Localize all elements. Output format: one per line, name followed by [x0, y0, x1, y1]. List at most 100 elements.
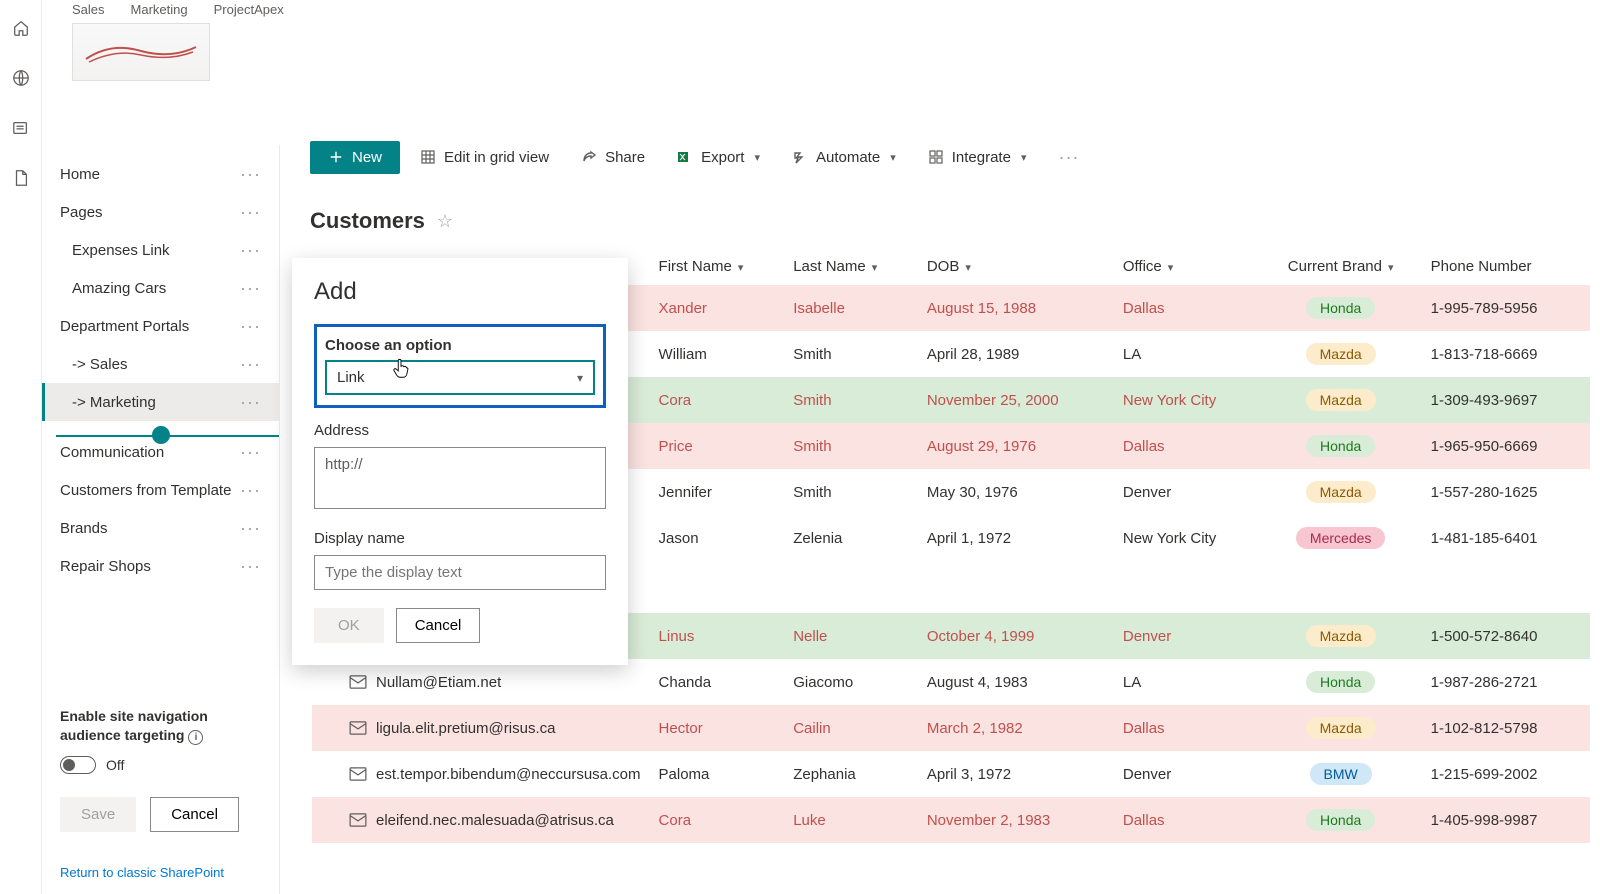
col-brand[interactable]: Current Brand▾: [1265, 248, 1427, 285]
address-input[interactable]: [314, 447, 606, 509]
app-rail: [0, 0, 42, 894]
command-bar: New Edit in grid view Share Export▾ Auto…: [280, 130, 1600, 184]
more-icon[interactable]: ···: [240, 279, 261, 297]
integrate-button[interactable]: Integrate▾: [916, 141, 1039, 174]
export-button[interactable]: Export▾: [665, 141, 772, 174]
nav-save-button: Save: [60, 797, 136, 832]
chevron-down-icon: ▾: [738, 262, 744, 274]
choose-option-label: Choose an option: [325, 337, 595, 354]
nav-expenses-link[interactable]: Expenses Link···: [42, 231, 279, 269]
col-phone[interactable]: Phone Number: [1427, 248, 1590, 285]
display-name-label: Display name: [314, 530, 606, 547]
more-icon[interactable]: ···: [240, 519, 261, 537]
targeting-state: Off: [106, 757, 124, 773]
more-icon[interactable]: ···: [240, 481, 261, 499]
address-label: Address: [314, 422, 606, 439]
tab-sales[interactable]: Sales: [72, 0, 105, 17]
mail-icon: [348, 812, 368, 828]
info-icon[interactable]: i: [188, 730, 203, 745]
more-icon[interactable]: ···: [240, 443, 261, 461]
add-link-dialog: Add Choose an option Link ▾ Address Disp…: [292, 258, 628, 665]
document-icon[interactable]: [11, 168, 31, 188]
plus-icon: [328, 149, 344, 165]
more-icon[interactable]: ···: [240, 355, 261, 373]
nav-repair-shops[interactable]: Repair Shops···: [42, 547, 279, 585]
targeting-label: Enable site navigation audience targetin…: [60, 708, 208, 744]
brand-pill: Mazda: [1306, 389, 1376, 411]
tab-marketing[interactable]: Marketing: [131, 0, 188, 17]
more-commands-button[interactable]: ···: [1046, 140, 1091, 174]
choose-option-dropdown[interactable]: Link ▾: [325, 360, 595, 395]
nav-home[interactable]: Home···: [42, 155, 279, 193]
more-icon[interactable]: ···: [240, 317, 261, 335]
new-button[interactable]: New: [310, 141, 400, 174]
brand-pill: BMW: [1310, 763, 1372, 785]
nav-communication[interactable]: Communication···: [42, 433, 279, 471]
side-navigation: Home··· Pages··· Expenses Link··· Amazin…: [42, 145, 280, 894]
brand-pill: Mazda: [1306, 625, 1376, 647]
nav-brands[interactable]: Brands···: [42, 509, 279, 547]
col-dob[interactable]: DOB▾: [923, 248, 1119, 285]
more-icon[interactable]: ···: [240, 165, 261, 183]
nav-amazing-cars[interactable]: Amazing Cars···: [42, 269, 279, 307]
nav-pages[interactable]: Pages···: [42, 193, 279, 231]
more-icon[interactable]: ···: [240, 203, 261, 221]
automate-button[interactable]: Automate▾: [780, 141, 908, 174]
nav-cancel-button[interactable]: Cancel: [150, 797, 239, 832]
brand-pill: Mazda: [1306, 481, 1376, 503]
more-icon[interactable]: ···: [240, 557, 261, 575]
mail-icon: [348, 720, 368, 736]
dialog-ok-button: OK: [314, 608, 384, 643]
nav-customers-template[interactable]: Customers from Template···: [42, 471, 279, 509]
dialog-cancel-button[interactable]: Cancel: [396, 608, 481, 643]
tab-projectapex[interactable]: ProjectApex: [214, 0, 284, 17]
chevron-down-icon: ▾: [1021, 151, 1027, 164]
dialog-title: Add: [314, 278, 606, 306]
news-icon[interactable]: [11, 118, 31, 138]
excel-icon: [677, 149, 693, 165]
page-title: Customers: [310, 208, 425, 234]
chevron-down-icon: ▾: [890, 151, 896, 164]
mail-icon: [348, 766, 368, 782]
brand-pill: Honda: [1306, 809, 1375, 831]
targeting-toggle[interactable]: [60, 756, 96, 774]
flow-icon: [792, 149, 808, 165]
globe-icon[interactable]: [11, 68, 31, 88]
more-icon[interactable]: ···: [240, 241, 261, 259]
table-row[interactable]: ligula.elit.pretium@risus.caHectorCailin…: [312, 705, 1590, 751]
mail-icon: [348, 674, 368, 690]
brand-pill: Honda: [1306, 297, 1375, 319]
chevron-down-icon: ▾: [1388, 262, 1394, 274]
return-classic-link[interactable]: Return to classic SharePoint: [60, 865, 224, 880]
home-icon[interactable]: [11, 18, 31, 38]
favorite-icon[interactable]: ☆: [437, 211, 453, 232]
chevron-down-icon: ▾: [965, 262, 971, 274]
grid-icon: [420, 149, 436, 165]
chevron-down-icon: ▾: [1168, 262, 1174, 274]
col-first-name[interactable]: First Name▾: [655, 248, 790, 285]
display-name-input[interactable]: [314, 555, 606, 590]
nav-sales[interactable]: -> Sales···: [42, 345, 279, 383]
chevron-down-icon: ▾: [577, 371, 583, 385]
app-icon: [928, 149, 944, 165]
brand-pill: Mazda: [1306, 717, 1376, 739]
top-header: Sales Marketing ProjectApex: [42, 0, 1600, 92]
table-row[interactable]: eleifend.nec.malesuada@atrisus.caCoraLuk…: [312, 797, 1590, 843]
brand-pill: Honda: [1306, 435, 1375, 457]
col-last-name[interactable]: Last Name▾: [789, 248, 923, 285]
share-button[interactable]: Share: [569, 141, 657, 174]
nav-department-portals[interactable]: Department Portals···: [42, 307, 279, 345]
site-logo[interactable]: [72, 23, 210, 81]
nav-marketing[interactable]: -> Marketing···: [42, 383, 279, 421]
more-icon[interactable]: ···: [240, 393, 261, 411]
col-office[interactable]: Office▾: [1119, 248, 1265, 285]
choose-option-highlight: Choose an option Link ▾: [314, 324, 606, 408]
audience-targeting-section: Enable site navigation audience targetin…: [60, 707, 260, 774]
brand-pill: Mazda: [1306, 343, 1376, 365]
chevron-down-icon: ▾: [754, 151, 760, 164]
table-row[interactable]: est.tempor.bibendum@neccursusa.comPaloma…: [312, 751, 1590, 797]
edit-grid-button[interactable]: Edit in grid view: [408, 141, 561, 174]
table-row[interactable]: Nullam@Etiam.netChandaGiacomoAugust 4, 1…: [312, 659, 1590, 705]
share-icon: [581, 149, 597, 165]
brand-pill: Mercedes: [1296, 527, 1385, 549]
